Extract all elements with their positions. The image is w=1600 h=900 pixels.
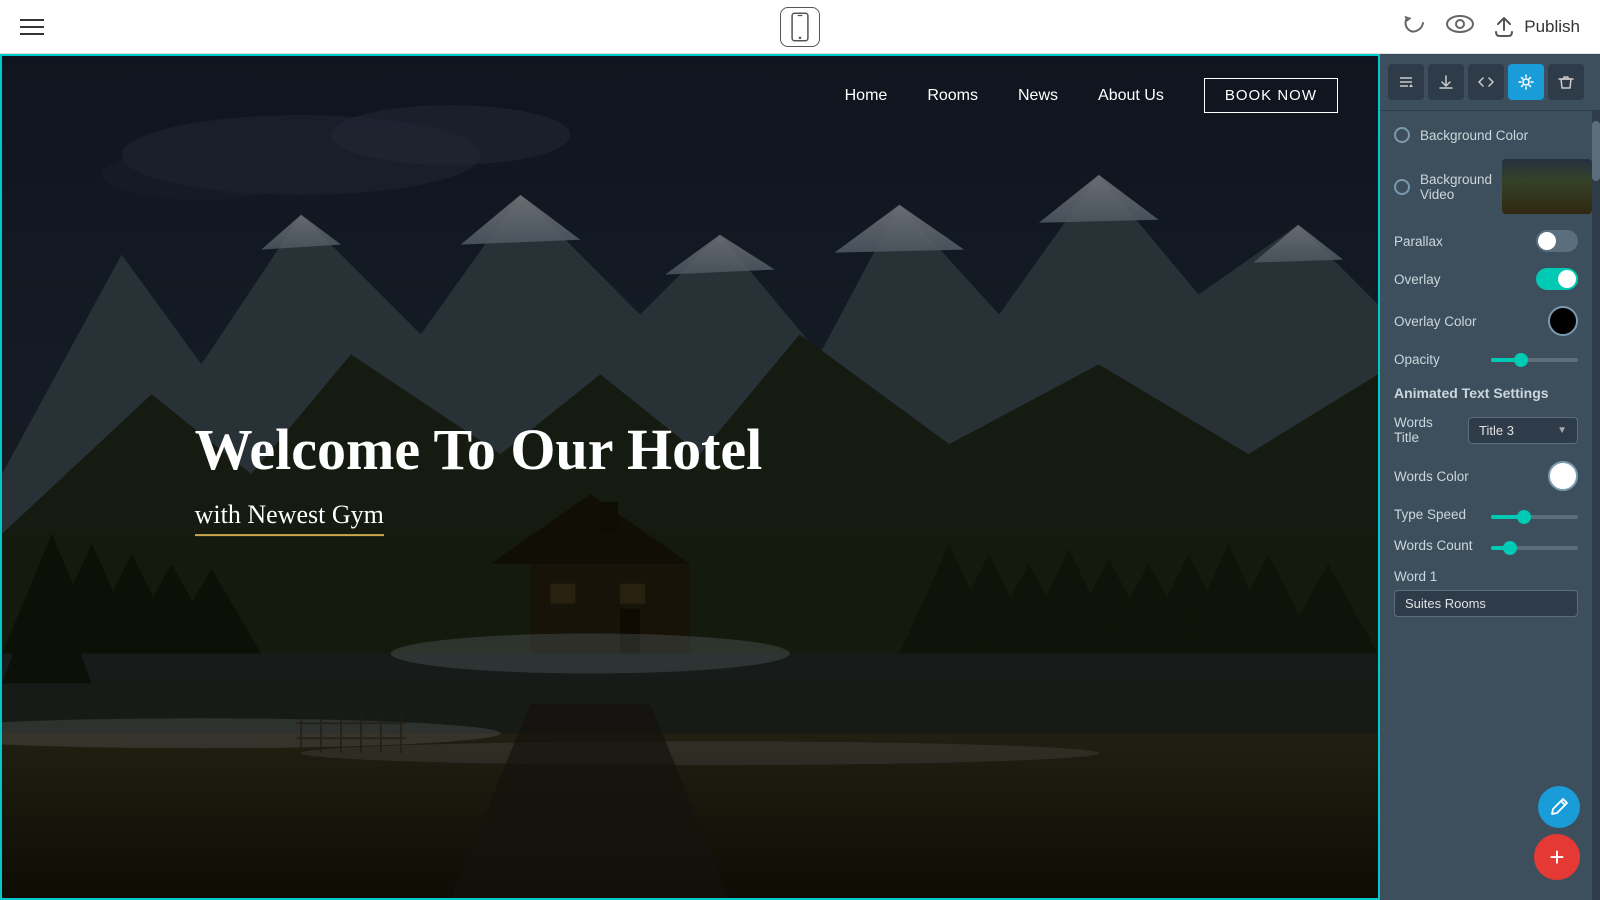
- parallax-toggle-knob: [1538, 232, 1556, 250]
- fab-add-button[interactable]: +: [1534, 834, 1580, 880]
- opacity-row: Opacity: [1380, 344, 1592, 375]
- topbar-left: [20, 19, 44, 35]
- overlay-toggle[interactable]: [1536, 268, 1578, 290]
- background-video-label: Background Video: [1420, 172, 1492, 202]
- fab-edit-button[interactable]: [1538, 786, 1580, 828]
- publish-label: Publish: [1524, 17, 1580, 37]
- panel-toolbar: [1380, 54, 1600, 111]
- parallax-row: Parallax: [1380, 222, 1592, 260]
- words-title-value: Title 3: [1479, 423, 1514, 438]
- words-title-dropdown[interactable]: Title 3 ▼: [1468, 417, 1578, 444]
- side-panel: Background Color Background Video Parall…: [1380, 54, 1600, 900]
- type-speed-slider-thumb: [1517, 510, 1531, 524]
- reorder-tool-button[interactable]: [1388, 64, 1424, 100]
- panel-scroll-area: Background Color Background Video Parall…: [1380, 111, 1592, 900]
- parallax-label: Parallax: [1394, 234, 1526, 249]
- publish-button[interactable]: Publish: [1492, 16, 1580, 38]
- background-color-row: Background Color: [1380, 119, 1592, 151]
- words-count-slider[interactable]: [1491, 546, 1578, 550]
- preview-eye-icon[interactable]: [1446, 14, 1474, 40]
- overlay-row: Overlay: [1380, 260, 1592, 298]
- settings-tool-button[interactable]: [1508, 64, 1544, 100]
- word-1-input[interactable]: [1394, 590, 1578, 617]
- type-speed-row: Type Speed: [1380, 499, 1592, 530]
- overlay-label: Overlay: [1394, 272, 1526, 287]
- topbar-center: [780, 7, 820, 47]
- panel-scrollbar: [1592, 111, 1600, 900]
- overlay-toggle-knob: [1558, 270, 1576, 288]
- background-video-radio[interactable]: [1394, 179, 1410, 195]
- delete-tool-button[interactable]: [1548, 64, 1584, 100]
- download-tool-button[interactable]: [1428, 64, 1464, 100]
- topbar: Publish: [0, 0, 1600, 54]
- hero-subtitle: with Newest Gym: [195, 500, 384, 536]
- overlay-color-row: Overlay Color: [1380, 298, 1592, 344]
- words-count-label: Words Count: [1394, 538, 1481, 553]
- nav-bar: Home Rooms News About Us BOOK NOW: [2, 56, 1378, 135]
- word-1-label: Word 1: [1394, 569, 1437, 584]
- type-speed-label: Type Speed: [1394, 507, 1481, 522]
- words-title-label: Words Title: [1394, 415, 1458, 445]
- background-color-label: Background Color: [1420, 128, 1578, 143]
- mobile-preview-button[interactable]: [780, 7, 820, 47]
- opacity-slider-thumb: [1514, 353, 1528, 367]
- nav-about-us[interactable]: About Us: [1098, 87, 1164, 105]
- background-video-thumbnail[interactable]: [1502, 159, 1592, 214]
- background-color-radio[interactable]: [1394, 127, 1410, 143]
- words-count-slider-thumb: [1503, 541, 1517, 555]
- words-title-row: Words Title Title 3 ▼: [1380, 407, 1592, 453]
- topbar-right: Publish: [1402, 13, 1580, 41]
- nav-home[interactable]: Home: [845, 87, 888, 105]
- type-speed-slider[interactable]: [1491, 515, 1578, 519]
- fab-add-icon: +: [1549, 842, 1564, 873]
- nav-news[interactable]: News: [1018, 87, 1058, 105]
- hero-title: Welcome To Our Hotel: [195, 418, 763, 482]
- words-color-label: Words Color: [1394, 469, 1538, 484]
- hamburger-menu-icon[interactable]: [20, 19, 44, 35]
- nav-rooms[interactable]: Rooms: [927, 87, 978, 105]
- overlay-color-label: Overlay Color: [1394, 314, 1538, 329]
- words-color-swatch[interactable]: [1548, 461, 1578, 491]
- hero-content: Welcome To Our Hotel with Newest Gym: [195, 418, 763, 536]
- words-color-row: Words Color: [1380, 453, 1592, 499]
- words-count-row: Words Count: [1380, 530, 1592, 561]
- undo-icon[interactable]: [1402, 13, 1428, 41]
- opacity-label: Opacity: [1394, 352, 1481, 367]
- canvas: Home Rooms News About Us BOOK NOW Welcom…: [0, 54, 1380, 900]
- dropdown-chevron-icon: ▼: [1557, 425, 1567, 436]
- panel-scrollbar-thumb[interactable]: [1592, 121, 1600, 181]
- opacity-slider[interactable]: [1491, 358, 1578, 362]
- parallax-toggle[interactable]: [1536, 230, 1578, 252]
- book-now-button[interactable]: BOOK NOW: [1204, 78, 1338, 113]
- code-tool-button[interactable]: [1468, 64, 1504, 100]
- main-area: Home Rooms News About Us BOOK NOW Welcom…: [0, 54, 1600, 900]
- animated-text-section-title: Animated Text Settings: [1380, 375, 1592, 407]
- overlay-color-swatch[interactable]: [1548, 306, 1578, 336]
- word-1-row: Word 1: [1380, 561, 1592, 625]
- background-video-row: Background Video: [1380, 151, 1592, 222]
